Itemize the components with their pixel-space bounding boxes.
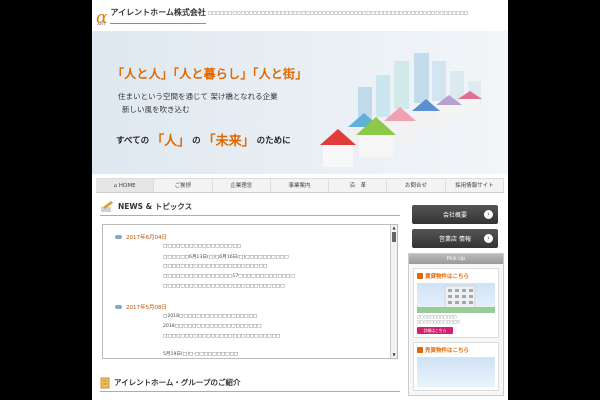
hero-message-post: のために <box>256 135 291 146</box>
news-line: □□□□□□□□□□□□□□□□□□□□□□□□□□□ <box>163 334 281 339</box>
nav-philosophy[interactable]: 企業理念 <box>213 179 271 192</box>
news-line: □□□□□□□□□□□□□□□□□□□□□□□□ <box>163 264 268 269</box>
group-heading: アイレントホーム・グループのご紹介 <box>100 374 400 392</box>
houses-illustration <box>320 53 482 167</box>
arrow-icon <box>115 305 122 309</box>
hero-message-mid: の <box>192 135 201 146</box>
nav-business[interactable]: 事業案内 <box>271 179 330 192</box>
hero-subtext-1: 住まいという空間を通じて 架け橋となれる企業 <box>118 92 278 101</box>
nav-home[interactable]: ⌂ HOME <box>96 179 155 192</box>
hero-message-word-future: 「未来」 <box>202 134 255 149</box>
nav-greeting[interactable]: ご挨拶 <box>154 179 213 192</box>
news-date: 2017年6月04日 <box>115 233 167 241</box>
nav-contact[interactable]: お問合せ <box>387 179 446 192</box>
scroll-thumb[interactable] <box>392 232 396 242</box>
news-line: □□□□□□□□□□□□□□□□□□□□□□□□□□□□ <box>163 284 285 289</box>
sale-house-image <box>417 357 495 387</box>
news-line: □□□□□□□□□□□□□□□□17□□□□□□□□□□□□□ <box>163 274 295 279</box>
sidebar: 会社概要 › 営業店 情報 › Pick Up 賃貸物件はこちら □□□□□□□□□… <box>408 205 504 396</box>
news-title: NEWS & トピックス <box>118 202 193 211</box>
hero-slogan: 「人と人」「人と暮らし」「人と街」 <box>112 67 308 81</box>
news-line: □□□□□□□□□□□□□□□□□□ <box>163 244 242 249</box>
header: α AHT アイレントホーム株式会社 □□□□□□□□□□□□□□□□□□□□□□… <box>92 0 508 30</box>
group-title: アイレントホーム・グループのご紹介 <box>114 378 241 387</box>
company-profile-button[interactable]: 会社概要 › <box>412 205 498 224</box>
company-logo[interactable]: α AHT アイレントホーム株式会社 <box>96 5 206 27</box>
global-nav: ⌂ HOME ご挨拶 企業理念 事業案内 沿 革 お問合せ 採用情報サイト <box>96 178 504 193</box>
news-date: 2017年5月08日 <box>115 303 167 311</box>
rental-caption: □□□□□□□□□□□□ □□□□□□□□□□□□□ <box>417 315 460 324</box>
rental-title: 賃貸物件はこちら <box>417 272 495 280</box>
pickup-heading: Pick Up <box>409 254 503 264</box>
hero-message-word-people: 「人」 <box>151 134 191 149</box>
news-line: 5月19日(□)□-□□□□□□□□□□ <box>163 352 239 357</box>
sale-title: 売買物件はこちら <box>417 346 495 354</box>
scroll-up-icon[interactable]: ▲ <box>391 225 397 231</box>
branch-info-button[interactable]: 営業店 情報 › <box>412 229 498 248</box>
arrow-icon <box>115 235 122 239</box>
nav-recruit[interactable]: 採用情報サイト <box>446 179 504 192</box>
main-content: NEWS & トピックス 2017年6月04日 □□□□□□□□□□□□□□□□… <box>100 198 400 359</box>
hero-message-pre: すべての <box>116 135 150 146</box>
hero-subtext-2: 新しい風を吹き込む <box>122 105 190 114</box>
scroll-down-icon[interactable]: ▼ <box>391 352 397 358</box>
rental-card[interactable]: 賃貸物件はこちら □□□□□□□□□□□□ □□□□□□□□□□□□□ 詳細はこち… <box>413 268 499 338</box>
news-line: 2018□□□□□□□□□□□□□□□□□□□□ <box>163 324 262 329</box>
group-section: アイレントホーム・グループのご紹介 <box>100 374 400 392</box>
pickup-panel: Pick Up 賃貸物件はこちら □□□□□□□□□□□□ □□□□□□□□□□□… <box>408 253 504 396</box>
news-list[interactable]: 2017年6月04日 □□□□□□□□□□□□□□□□□□ □□□□□□6月13… <box>102 224 398 359</box>
hero-message: すべての 「人」 の 「未来」 のために <box>116 130 291 149</box>
page: α AHT アイレントホーム株式会社 □□□□□□□□□□□□□□□□□□□□□□… <box>92 0 508 400</box>
news-scrollbar[interactable]: ▲ ▼ <box>390 225 397 358</box>
rental-building-image <box>417 283 495 313</box>
sale-card[interactable]: 売買物件はこちら <box>413 342 499 391</box>
news-line: □2018□□□□□□□□□□□□□□□□□□ <box>163 314 258 319</box>
nav-history[interactable]: 沿 革 <box>329 179 388 192</box>
news-heading: NEWS & トピックス <box>100 198 400 216</box>
chevron-right-icon: › <box>484 210 493 219</box>
company-name: アイレントホーム株式会社 <box>110 4 206 24</box>
document-icon <box>100 377 110 388</box>
chevron-right-icon: › <box>484 234 493 243</box>
news-line: □□□□□□6月13日(□)□6月16日(□)□□□□□□□□□□ <box>163 255 289 260</box>
rental-detail-button[interactable]: 詳細はこちら <box>417 327 453 334</box>
pencil-icon <box>101 200 113 212</box>
logo-mark: α AHT <box>96 8 108 28</box>
hero-banner: 「人と人」「人と暮らし」「人と街」 住まいという空間を通じて 架け橋となれる企業… <box>92 31 508 174</box>
header-tagline: □□□□□□□□□□□□□□□□□□□□□□□□□□□□□□□□□□□□□□□□… <box>208 11 468 16</box>
bullet-icon <box>417 347 423 353</box>
bullet-icon <box>417 273 423 279</box>
